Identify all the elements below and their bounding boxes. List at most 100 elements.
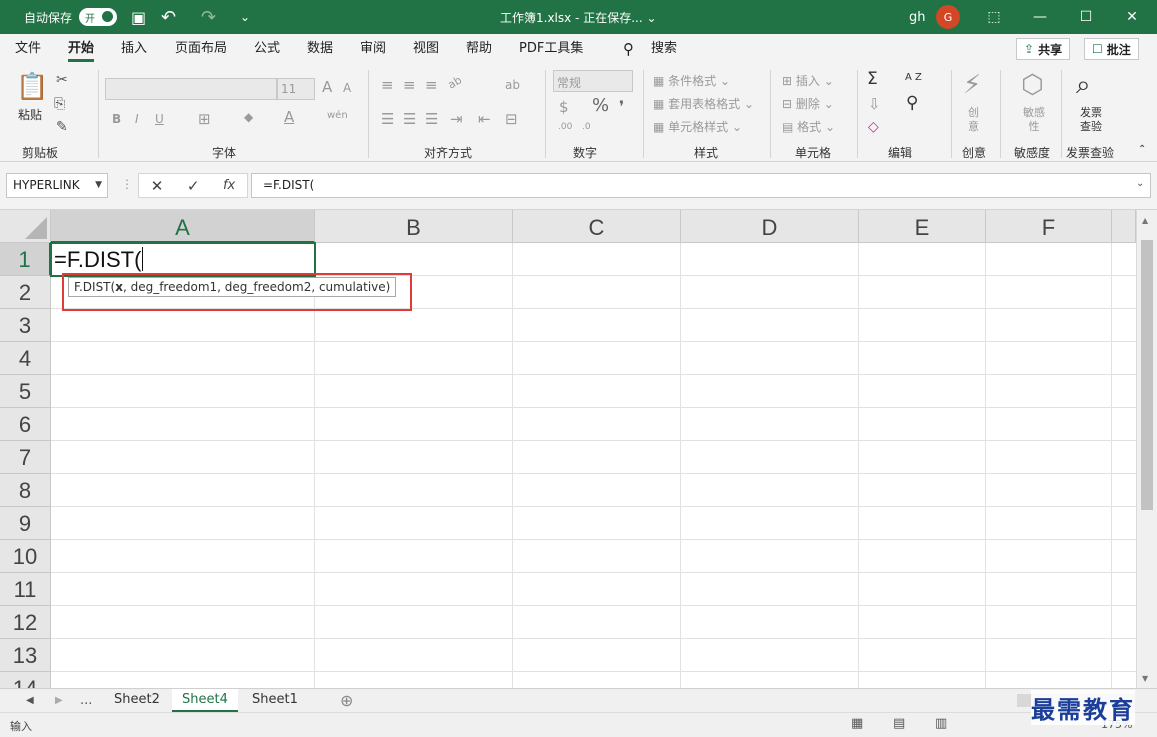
increase-decimal-icon[interactable]: .00 [558,122,572,132]
save-icon[interactable]: ▣ [131,0,146,34]
tab-view[interactable]: 视图 [413,34,439,64]
autosum-icon[interactable]: Σ [867,69,878,89]
align-middle-icon[interactable]: ≡ [403,76,416,94]
align-left-icon[interactable]: ☰ [381,110,394,128]
phonetic-icon[interactable]: wén [327,110,348,121]
font-name-combo[interactable] [105,78,277,100]
autosave-toggle[interactable]: 开 [79,0,117,34]
column-header-b[interactable]: B [315,210,513,243]
cut-icon[interactable]: ✂ [56,72,68,88]
splitter-icon[interactable]: ⋮ [121,177,133,191]
row-header[interactable]: 9 [0,507,51,540]
user-name[interactable]: gh [909,0,926,34]
wrap-text-icon[interactable]: ab [505,78,520,92]
minimize-icon[interactable]: — [1017,0,1063,34]
row-header[interactable]: 12 [0,606,51,639]
conditional-format-button[interactable]: ▦ 条件格式 ⌄ [653,72,730,89]
find-select-icon[interactable]: ⚲ [906,93,918,113]
close-icon[interactable]: ✕ [1109,0,1155,34]
italic-button[interactable]: I [135,112,139,126]
share-button[interactable]: ⇪ 共享 [1016,38,1071,60]
column-header-a[interactable]: A [51,210,315,243]
row-header[interactable]: 10 [0,540,51,573]
align-top-icon[interactable]: ≡ [381,76,394,94]
percent-icon[interactable]: % [592,95,609,116]
outdent-icon[interactable]: ⇤ [478,110,491,128]
invoice-check-button[interactable]: 发票查验 [1078,106,1104,134]
row-header[interactable]: 2 [0,276,51,309]
insert-function-icon[interactable]: fx [223,178,235,193]
enter-icon[interactable]: ✓ [187,177,200,195]
sheet-tab-sheet4[interactable]: Sheet4 [172,689,238,712]
number-format-combo[interactable]: 常规 [553,70,633,92]
row-header[interactable]: 6 [0,408,51,441]
paste-button[interactable]: 粘贴 [18,106,42,123]
column-header-d[interactable]: D [681,210,859,243]
row-header[interactable]: 13 [0,639,51,672]
underline-button[interactable]: U [155,112,164,126]
delete-cells-button[interactable]: ⊟ 删除 ⌄ [782,95,834,112]
tab-review[interactable]: 审阅 [360,34,386,64]
redo-icon[interactable]: ↷ [201,0,216,34]
row-header[interactable]: 5 [0,375,51,408]
row-header[interactable]: 7 [0,441,51,474]
add-sheet-icon[interactable]: ⊕ [340,689,353,712]
tab-file[interactable]: 文件 [15,34,41,64]
bold-button[interactable]: B [112,112,121,126]
row-header[interactable]: 3 [0,309,51,342]
expand-formula-icon[interactable]: ⌄ [1136,178,1144,189]
page-break-view-icon[interactable]: ▥ [935,716,947,731]
column-header-f[interactable]: F [986,210,1112,243]
orientation-icon[interactable]: ab [446,73,464,91]
tab-formulas[interactable]: 公式 [254,34,280,64]
font-color-icon[interactable]: A [284,108,294,126]
copy-icon[interactable]: ⎘ [54,96,65,112]
creative-button[interactable]: 创意 [968,106,982,134]
merge-center-icon[interactable]: ⊟ [505,110,518,128]
active-cell-a1[interactable]: =F.DIST( [50,242,316,277]
decrease-decimal-icon[interactable]: .0 [582,122,591,132]
font-size-combo[interactable]: 11 [277,78,315,100]
next-sheet-icon[interactable]: ▶ [55,689,63,712]
fill-color-icon[interactable]: ◆ [244,110,253,124]
indent-icon[interactable]: ⇥ [450,110,463,128]
row-header[interactable]: 8 [0,474,51,507]
page-layout-view-icon[interactable]: ▤ [893,716,905,731]
row-header[interactable]: 11 [0,573,51,606]
format-cells-button[interactable]: ▤ 格式 ⌄ [782,118,835,135]
fill-icon[interactable]: ⇩ [868,95,881,113]
shrink-font-icon[interactable]: A [343,81,351,95]
collapse-ribbon-icon[interactable]: ⌃ [1138,144,1146,155]
creative-icon[interactable]: ⚡ [963,70,981,100]
name-box[interactable]: HYPERLINK ▼ [6,173,108,198]
scroll-thumb[interactable] [1141,240,1153,510]
search-icon[interactable]: ⚲ [623,34,634,64]
cell-styles-button[interactable]: ▦ 单元格样式 ⌄ [653,118,742,135]
align-right-icon[interactable]: ☰ [425,110,438,128]
vertical-scrollbar[interactable]: ▲ ▼ [1136,210,1157,688]
sheet-tab-sheet1[interactable]: Sheet1 [242,689,308,712]
sensitivity-button[interactable]: 敏感性 [1020,106,1048,134]
format-as-table-button[interactable]: ▦ 套用表格格式 ⌄ [653,95,754,112]
row-header[interactable]: 1 [0,243,51,276]
comments-button[interactable]: ☐ 批注 [1084,38,1139,60]
column-header-g[interactable] [1112,210,1136,243]
grow-font-icon[interactable]: A [322,78,332,96]
insert-cells-button[interactable]: ⊞ 插入 ⌄ [782,72,834,89]
row-header[interactable]: 4 [0,342,51,375]
currency-icon[interactable]: $ [559,98,569,116]
search-label[interactable]: 搜索 [651,34,677,64]
tab-pdf-tools[interactable]: PDF工具集 [519,34,583,64]
tab-insert[interactable]: 插入 [121,34,147,64]
paste-icon[interactable]: 📋 [16,72,48,102]
undo-icon[interactable]: ↶ [161,0,176,34]
tab-data[interactable]: 数据 [307,34,333,64]
border-icon[interactable]: ⊞ [198,110,211,128]
sheet-tab-sheet2[interactable]: Sheet2 [104,689,170,712]
align-bottom-icon[interactable]: ≡ [425,76,438,94]
clear-icon[interactable]: ◇ [868,119,879,135]
invoice-check-icon[interactable]: ⌕ [1076,70,1091,101]
quick-access-icon[interactable]: ⌄ [240,0,250,34]
avatar[interactable]: G [936,0,960,34]
format-painter-icon[interactable]: ✎ [56,119,68,135]
